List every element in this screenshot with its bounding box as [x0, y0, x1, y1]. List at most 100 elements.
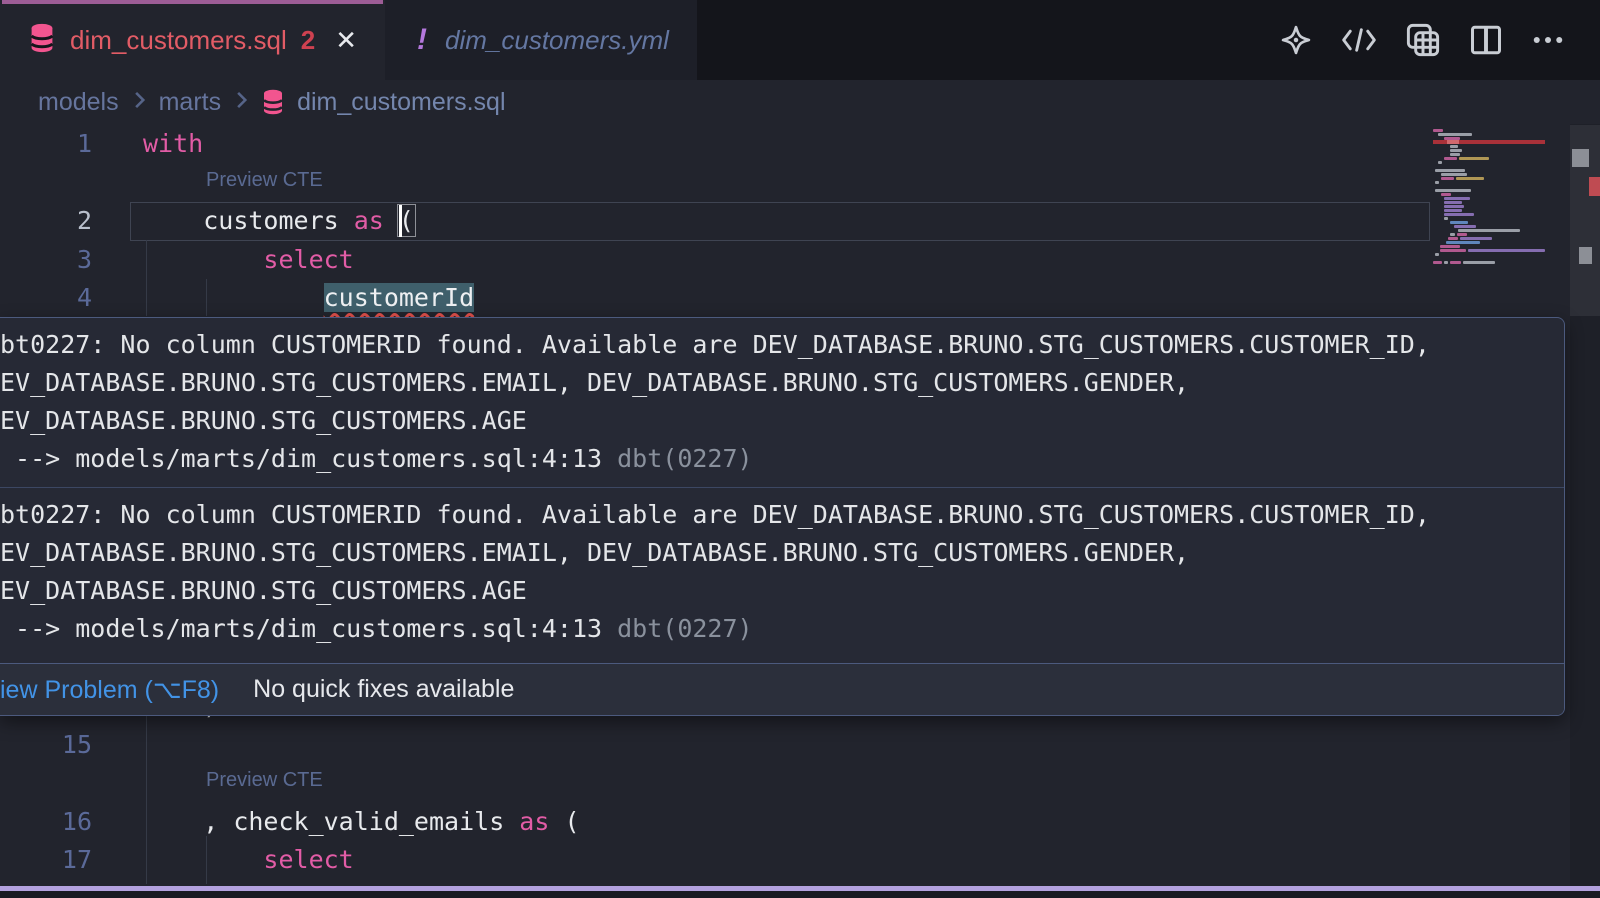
- minimap-code-segment: [1444, 209, 1462, 212]
- indent-guide: [206, 279, 207, 316]
- code-line[interactable]: 4 customerId: [0, 279, 1430, 318]
- minimap-code-segment: [1450, 145, 1458, 148]
- minimap-code-segment: [1444, 261, 1448, 264]
- indent-guide: [206, 836, 207, 884]
- copy-as-table-icon[interactable]: [1404, 21, 1442, 59]
- minimap-code-segment: [1446, 241, 1480, 244]
- close-icon[interactable]: ✕: [335, 25, 357, 56]
- line-number: 2: [0, 202, 92, 241]
- line-number: 3: [0, 241, 92, 280]
- tab-badge: 2: [301, 25, 315, 56]
- minimap-code-segment: [1441, 173, 1467, 176]
- token: select: [263, 845, 353, 874]
- minimap-code-segment: [1435, 253, 1439, 256]
- minimap[interactable]: [1433, 127, 1545, 307]
- view-problem-link[interactable]: iew Problem (⌥F8): [0, 675, 219, 705]
- code-line[interactable]: 17 select: [0, 841, 1430, 880]
- editor-window: dim_customers.sql 2 ✕ ! dim_customers.ym…: [0, 0, 1600, 898]
- minimap-code-segment: [1444, 197, 1470, 200]
- minimap-error-line: [1433, 140, 1545, 144]
- token: as: [519, 807, 549, 836]
- overview-ruler-mark: [1589, 177, 1600, 196]
- line-number: 16: [0, 803, 92, 842]
- code-line[interactable]: 16 , check_valid_emails as (: [0, 803, 1430, 842]
- tab-dim-customers-sql[interactable]: dim_customers.sql 2 ✕: [0, 0, 385, 80]
- codelens-row[interactable]: Preview CTE: [0, 764, 1430, 803]
- chevron-right-icon: [233, 88, 249, 117]
- minimap-code-segment: [1458, 229, 1520, 232]
- error-message-block: bt0227: No column CUSTOMERID found. Avai…: [0, 488, 1564, 657]
- token: , check_valid_emails: [203, 807, 519, 836]
- minimap-code-segment: [1444, 205, 1464, 208]
- split-editor-icon[interactable]: [1468, 22, 1504, 58]
- line-number: 15: [0, 726, 92, 765]
- minimap-code-segment: [1457, 233, 1467, 236]
- error-token: customerId: [324, 283, 475, 312]
- code-line[interactable]: 15: [0, 726, 1430, 765]
- database-icon: [28, 23, 56, 58]
- minimap-code-segment: [1433, 261, 1442, 264]
- error-hover-popup: bt0227: No column CUSTOMERID found. Avai…: [0, 317, 1565, 716]
- hover-status-bar: iew Problem (⌥F8) No quick fixes availab…: [0, 663, 1564, 715]
- codelens-preview-cte[interactable]: Preview CTE: [206, 769, 323, 792]
- token: with: [143, 129, 203, 158]
- code-area-top[interactable]: 1withPreview CTE2 customers as (3 select…: [0, 125, 1430, 318]
- line-number: 17: [0, 841, 92, 880]
- code-text: customers as (: [143, 202, 414, 241]
- tab-label: dim_customers.yml: [445, 25, 669, 56]
- minimap-code-segment: [1433, 129, 1443, 132]
- code-preview-icon[interactable]: [1340, 23, 1378, 57]
- token: select: [263, 245, 353, 274]
- code-line[interactable]: 1with: [0, 125, 1430, 164]
- more-actions-icon[interactable]: [1530, 22, 1566, 58]
- warning-exclamation-icon: !: [413, 23, 431, 57]
- minimap-code-segment: [1454, 225, 1476, 228]
- breadcrumb-marts[interactable]: marts: [159, 88, 222, 117]
- minimap-code-segment: [1444, 213, 1474, 216]
- minimap-code-segment: [1450, 221, 1468, 224]
- line-number: 4: [0, 279, 92, 318]
- codelens-preview-cte[interactable]: Preview CTE: [206, 169, 323, 192]
- error-message-block: bt0227: No column CUSTOMERID found. Avai…: [0, 318, 1564, 487]
- breadcrumb-file[interactable]: dim_customers.sql: [297, 88, 505, 117]
- code-text: with: [143, 125, 203, 164]
- error-code-label: dbt(0227): [617, 614, 752, 643]
- code-line[interactable]: 2 customers as (: [0, 202, 1430, 241]
- tab-label: dim_customers.sql: [70, 25, 287, 56]
- tab-dim-customers-yml[interactable]: ! dim_customers.yml: [385, 0, 697, 80]
- minimap-code-segment: [1444, 157, 1457, 160]
- minimap-error-word: [1447, 140, 1459, 144]
- minimap-code-segment: [1444, 201, 1462, 204]
- breadcrumb: models marts dim_customers.sql: [0, 80, 1600, 124]
- error-message-line: --> models/marts/dim_customers.sql:4:13 …: [0, 440, 1564, 478]
- minimap-code-segment: [1463, 261, 1495, 264]
- minimap-code-segment: [1438, 161, 1442, 164]
- overview-ruler-mark: [1572, 149, 1589, 167]
- minimap-code-segment: [1441, 177, 1454, 180]
- minimap-code-segment: [1440, 245, 1460, 248]
- minimap-code-segment: [1435, 169, 1465, 172]
- indent-guide: [146, 240, 147, 316]
- code-text: select: [143, 841, 354, 880]
- database-icon: [261, 89, 285, 115]
- minimap-code-segment: [1456, 177, 1484, 180]
- code-line[interactable]: 3 select: [0, 241, 1430, 280]
- codelens-row[interactable]: Preview CTE: [0, 164, 1430, 203]
- code-text: customerId: [143, 279, 474, 318]
- dbt-logo-icon[interactable]: [1278, 22, 1314, 58]
- breadcrumb-models[interactable]: models: [38, 88, 119, 117]
- minimap-code-segment: [1450, 153, 1460, 156]
- tab-bar: dim_customers.sql 2 ✕ ! dim_customers.ym…: [0, 0, 1600, 80]
- editor-toolbar: [1278, 0, 1600, 80]
- minimap-code-segment: [1459, 157, 1489, 160]
- minimap-code-segment: [1450, 261, 1461, 264]
- overview-ruler-mark: [1579, 247, 1592, 264]
- minimap-code-segment: [1444, 217, 1448, 220]
- text-cursor: [399, 205, 402, 237]
- token: (: [549, 807, 579, 836]
- error-message-line: EV_DATABASE.BRUNO.STG_CUSTOMERS.EMAIL, D…: [0, 534, 1564, 572]
- error-message-line: EV_DATABASE.BRUNO.STG_CUSTOMERS.EMAIL, D…: [0, 364, 1564, 402]
- minimap-code-segment: [1438, 133, 1472, 136]
- chevron-right-icon: [131, 88, 147, 117]
- minimap-code-segment: [1440, 249, 1466, 252]
